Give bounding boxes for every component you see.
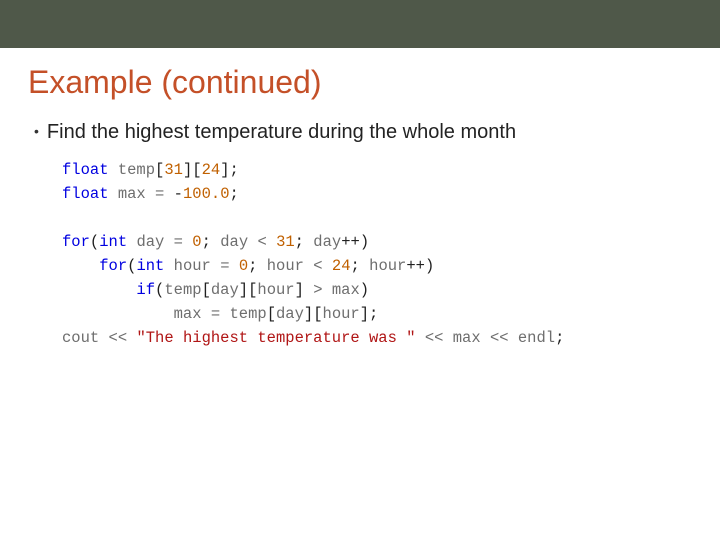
op-eq: =: [174, 233, 183, 251]
ident-temp: temp: [164, 281, 201, 299]
num-31: 31: [276, 233, 295, 251]
bracket: [: [248, 281, 257, 299]
bullet-marker: •: [34, 123, 39, 139]
op-inc: ++: [406, 257, 425, 275]
ident-day: day: [220, 233, 248, 251]
semi: ;: [351, 257, 360, 275]
semi: ;: [202, 233, 211, 251]
bracket: [: [202, 281, 211, 299]
ident-max: max: [453, 329, 481, 347]
bracket: [: [313, 305, 322, 323]
num-24: 24: [202, 161, 221, 179]
slide-content: Example (continued) • Find the highest t…: [0, 48, 720, 350]
num-0: 0: [239, 257, 248, 275]
ident-day: day: [313, 233, 341, 251]
lparen: (: [90, 233, 99, 251]
bullet-text: Find the highest temperature during the …: [47, 121, 516, 144]
op-insert: <<: [425, 329, 444, 347]
bracket-semi: ];: [220, 161, 239, 179]
op-gt: >: [313, 281, 322, 299]
num-24: 24: [332, 257, 351, 275]
bracket: ]: [239, 281, 248, 299]
rparen: ): [360, 281, 369, 299]
semi: ;: [555, 329, 564, 347]
num-100: 100.0: [183, 185, 230, 203]
rparen: ): [360, 233, 369, 251]
rparen: ): [425, 257, 434, 275]
op-insert: <<: [109, 329, 128, 347]
ident-cout: cout: [62, 329, 99, 347]
num-0: 0: [192, 233, 201, 251]
kw-float: float: [62, 161, 109, 179]
kw-float: float: [62, 185, 109, 203]
ident-hour: hour: [257, 281, 294, 299]
semi: ;: [230, 185, 239, 203]
op-insert: <<: [490, 329, 509, 347]
bracket: [: [192, 161, 201, 179]
lparen: (: [155, 281, 164, 299]
slide-top-bar: [0, 0, 720, 48]
kw-for: for: [99, 257, 127, 275]
ident-hour: hour: [174, 257, 211, 275]
kw-for: for: [62, 233, 90, 251]
op-eq: =: [211, 305, 220, 323]
ident-max: max: [174, 305, 202, 323]
neg: -: [174, 185, 183, 203]
op-eq: =: [155, 185, 164, 203]
ident-max: max: [332, 281, 360, 299]
ident-hour: hour: [369, 257, 406, 275]
ident-day: day: [211, 281, 239, 299]
bullet-line: • Find the highest temperature during th…: [34, 121, 692, 144]
ident-endl: endl: [518, 329, 555, 347]
ident-max: max: [118, 185, 146, 203]
kw-if: if: [136, 281, 155, 299]
string-lit: "The highest temperature was ": [136, 329, 415, 347]
bracket: [: [155, 161, 164, 179]
op-lt: <: [313, 257, 322, 275]
kw-int: int: [99, 233, 127, 251]
ident-temp: temp: [229, 305, 266, 323]
semi: ;: [248, 257, 257, 275]
ident-day: day: [276, 305, 304, 323]
slide-title: Example (continued): [28, 64, 692, 101]
num-31: 31: [164, 161, 183, 179]
ident-day: day: [136, 233, 164, 251]
ident-temp: temp: [118, 161, 155, 179]
op-eq: =: [220, 257, 229, 275]
code-block: float temp[31][24]; float max = -100.0; …: [62, 158, 692, 350]
op-inc: ++: [341, 233, 360, 251]
ident-hour: hour: [267, 257, 304, 275]
bracket: ]: [295, 281, 304, 299]
op-lt: <: [257, 233, 266, 251]
semi: ;: [295, 233, 304, 251]
kw-int: int: [136, 257, 164, 275]
bracket-semi: ];: [360, 305, 379, 323]
bracket: ]: [183, 161, 192, 179]
ident-hour: hour: [323, 305, 360, 323]
bracket: [: [267, 305, 276, 323]
bracket: ]: [304, 305, 313, 323]
